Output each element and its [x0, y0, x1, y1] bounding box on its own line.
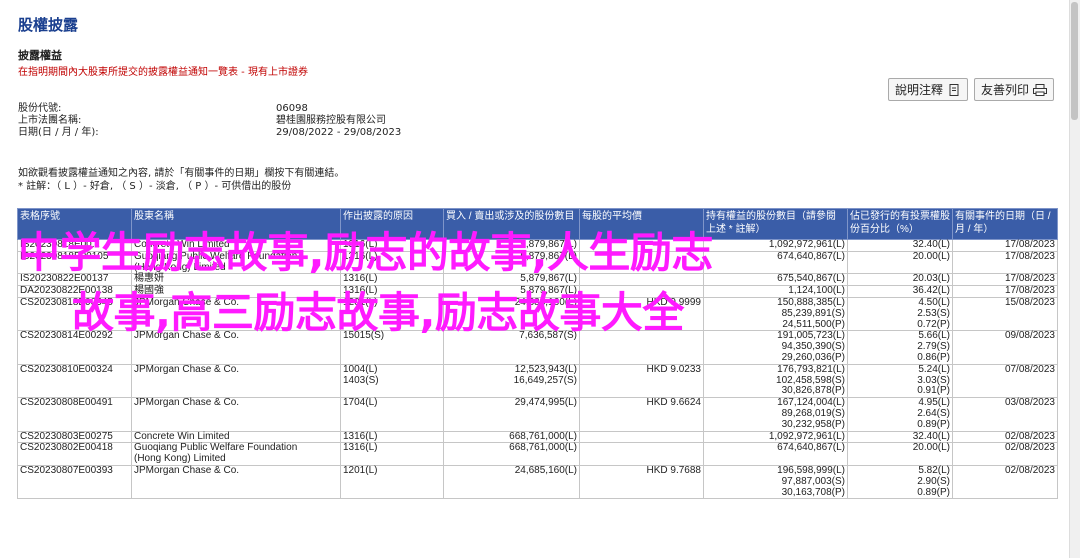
reason-code: 1316(L)	[340, 430, 444, 444]
shares-involved: 12,523,943(L) 16,649,257(S)	[443, 363, 580, 399]
form-no-link[interactable]: CS20230802E00418	[17, 442, 132, 466]
shares-involved: 668,761,000(L)	[443, 430, 580, 444]
page-title: 股權披露	[18, 16, 79, 34]
holding-shares: 196,598,999(L) 97,887,003(S) 30,163,708(…	[703, 464, 848, 500]
explain-button[interactable]: 說明注釋	[887, 78, 968, 101]
holding-percentage: 5.24(L) 3.03(S) 0.91(P)	[847, 363, 953, 399]
reason-code: 1201(L)	[340, 464, 444, 500]
date-label: 日期(日 / 月 / 年):	[18, 127, 99, 138]
shares-involved: 668,761,000(L)	[443, 442, 580, 466]
shareholder-name: JPMorgan Chase & Co.	[131, 397, 341, 432]
avg-price	[579, 430, 704, 444]
company-label: 上市法團名稱:	[18, 115, 82, 126]
stock-code-label: 股份代號:	[18, 103, 62, 114]
event-date-link[interactable]: 02/08/2023	[952, 464, 1058, 500]
explain-label: 說明注釋	[894, 83, 943, 97]
holding-percentage: 4.95(L) 2.64(S) 0.89(P)	[847, 397, 953, 432]
reason-code: 1704(L)	[340, 397, 444, 432]
print-button[interactable]: 友善列印	[973, 78, 1054, 101]
shareholder-name: JPMorgan Chase & Co.	[131, 464, 341, 500]
avg-price	[579, 442, 704, 466]
table-row: CS20230802E00418 Guoqiang Public Welfare …	[17, 442, 1058, 466]
event-date-link[interactable]: 07/08/2023	[952, 363, 1058, 399]
form-no-link[interactable]: CS20230803E00275	[17, 430, 132, 444]
shares-involved: 24,685,160(L)	[443, 464, 580, 500]
table-row: CS20230810E00324 JPMorgan Chase & Co. 1004…	[17, 363, 1058, 399]
stock-code: 06098	[276, 103, 308, 114]
toolbar: 說明注釋 友善列印	[887, 78, 1054, 101]
section-subtitle: 在指明期間內大股東所提交的披露權益通知一覽表 - 現有上市證券	[18, 67, 308, 78]
note: 如欲觀看披露權益通知之內容, 請於「有關事件的日期」欄按下有關連結。 * 註解：…	[18, 167, 344, 193]
event-date-link[interactable]: 02/08/2023	[952, 442, 1058, 466]
print-label: 友善列印	[980, 83, 1029, 97]
shareholder-name: Concrete Win Limited	[131, 430, 341, 444]
note-instruction: 如欲觀看披露權益通知之內容, 請於「有關事件的日期」欄按下有關連結。	[18, 168, 345, 179]
printer-icon	[1033, 83, 1047, 96]
overlay-line-1: 中学生励志故事,励志的故事,人生励志	[18, 228, 713, 277]
reason-code: 1316(L)	[340, 442, 444, 466]
event-date-link[interactable]: 03/08/2023	[952, 397, 1058, 432]
table-row: CS20230803E00275 Concrete Win Limited 1316…	[17, 430, 1058, 444]
shareholder-name: Guoqiang Public Welfare Foundation (Hong…	[131, 442, 341, 466]
table-row: CS20230808E00491 JPMorgan Chase & Co. 1704…	[17, 397, 1058, 432]
watermark-overlay: 中学生励志故事,励志的故事,人生励志 故事,高三励志故事,励志故事大全	[0, 223, 1080, 343]
event-date-link[interactable]: 02/08/2023	[952, 430, 1058, 444]
form-no-link[interactable]: CS20230810E00324	[17, 363, 132, 399]
avg-price: HKD 9.6624	[579, 397, 704, 432]
document-icon	[949, 83, 959, 96]
form-no-link[interactable]: CS20230808E00491	[17, 397, 132, 432]
section-title: 披露權益	[18, 49, 62, 62]
company-name: 碧桂園服務控股有限公司	[276, 115, 386, 126]
holding-shares: 167,124,004(L) 89,268,019(S) 30,232,958(…	[703, 397, 848, 432]
avg-price: HKD 9.7688	[579, 464, 704, 500]
holding-shares: 674,640,867(L)	[703, 442, 848, 466]
avg-price: HKD 9.0233	[579, 363, 704, 399]
scroll-thumb[interactable]	[1071, 2, 1078, 120]
shareholder-name: JPMorgan Chase & Co.	[131, 363, 341, 399]
reason-code: 1004(L) 1403(S)	[340, 363, 444, 399]
holding-percentage: 32.40(L)	[847, 430, 953, 444]
table-row: CS20230807E00393 JPMorgan Chase & Co. 1201…	[17, 464, 1058, 500]
date-range: 29/08/2022 - 29/08/2023	[276, 127, 402, 138]
holding-percentage: 5.82(L) 2.90(S) 0.89(P)	[847, 464, 953, 500]
holding-percentage: 20.00(L)	[847, 442, 953, 466]
note-legend: * 註解：（ L ）- 好倉, （ S ）- 淡倉, （ P ）- 可供借出的股…	[18, 181, 292, 192]
vertical-scrollbar[interactable]	[1069, 0, 1080, 558]
stock-info: 股份代號: 06098 上市法團名稱: 碧桂園服務控股有限公司 日期(日 / 月 /…	[18, 103, 401, 139]
overlay-line-2: 故事,高三励志故事,励志故事大全	[72, 288, 684, 337]
holding-shares: 176,793,821(L) 102,458,598(S) 30,826,878…	[703, 363, 848, 399]
form-no-link[interactable]: CS20230807E00393	[17, 464, 132, 500]
holding-shares: 1,092,972,961(L)	[703, 430, 848, 444]
shares-involved: 29,474,995(L)	[443, 397, 580, 432]
